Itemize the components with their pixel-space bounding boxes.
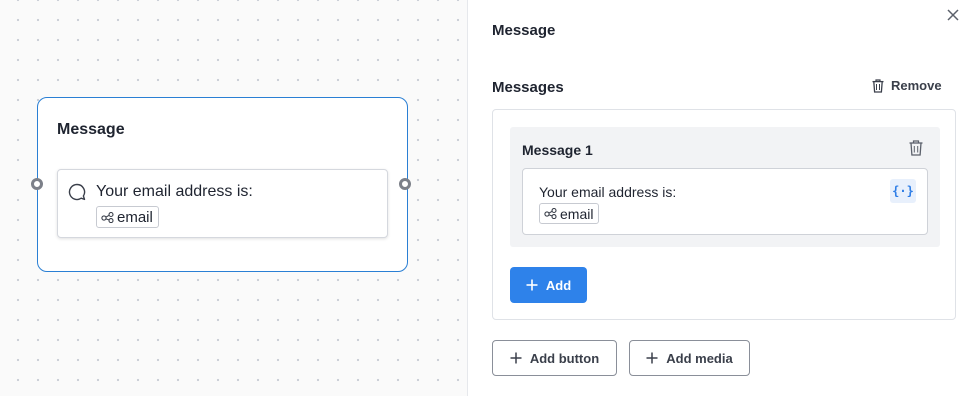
chat-bubble-icon <box>68 183 86 201</box>
trash-icon <box>872 78 884 93</box>
panel-title: Message <box>492 22 556 39</box>
node-message-preview[interactable]: Your email address is: email <box>57 169 388 238</box>
plus-icon <box>526 279 538 291</box>
add-media-button[interactable]: Add media <box>629 340 750 376</box>
message-text-field[interactable]: Your email address is: email {·} <box>522 168 928 235</box>
node-message-text: Your email address is: <box>96 183 253 200</box>
variable-node-icon <box>101 211 114 223</box>
add-label: Add <box>545 277 572 293</box>
message-node[interactable]: Message Your email address is: email <box>37 97 408 272</box>
remove-button[interactable]: Remove <box>872 78 942 93</box>
variable-chip[interactable]: email <box>539 203 600 224</box>
variable-node-icon <box>544 208 557 219</box>
add-button-button[interactable]: Add button <box>492 340 617 376</box>
variable-chip: email <box>96 206 159 228</box>
output-port[interactable] <box>399 178 411 190</box>
input-port[interactable] <box>31 178 43 190</box>
add-button-label: Add button <box>529 350 600 366</box>
close-icon[interactable] <box>946 8 960 22</box>
variable-insert-icon[interactable]: {·} <box>890 179 916 203</box>
add-media-label: Add media <box>666 350 733 366</box>
node-title: Message <box>57 121 125 138</box>
message-label: Message 1 <box>522 142 593 158</box>
message-text: Your email address is: <box>539 184 677 200</box>
messages-section-title: Messages <box>492 79 564 96</box>
flow-canvas[interactable]: Message Your email address is: email <box>0 0 468 396</box>
add-message-button[interactable]: Add <box>510 267 587 303</box>
plus-icon <box>510 352 522 364</box>
plus-icon <box>646 352 658 364</box>
message-card: Message 1 Your email address is: email {… <box>510 127 940 247</box>
trash-icon[interactable] <box>909 140 923 156</box>
variable-name: email <box>117 208 153 226</box>
variable-name: email <box>560 205 594 222</box>
remove-label: Remove <box>891 78 942 93</box>
properties-panel: Message Messages Remove Message 1 Your e… <box>468 0 970 396</box>
messages-container: Message 1 Your email address is: email {… <box>492 109 956 320</box>
